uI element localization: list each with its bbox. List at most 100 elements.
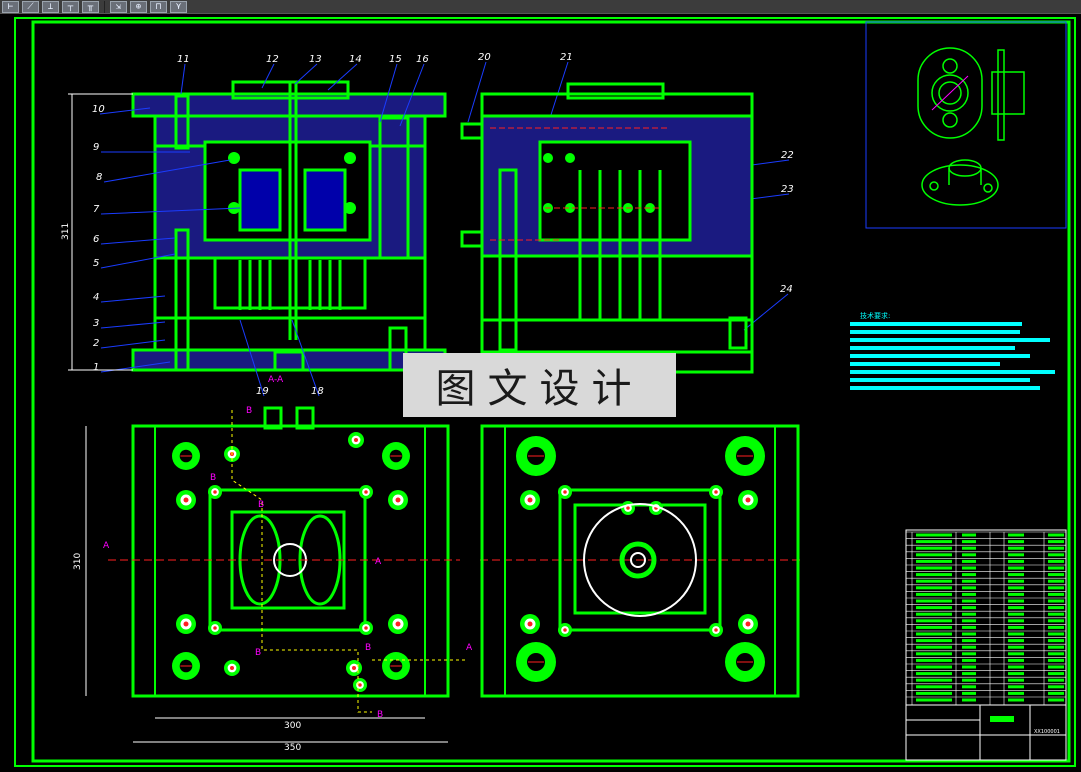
dimension-plan-height: 310 — [73, 553, 83, 570]
dimension-tool-1-button[interactable]: ⊢ — [2, 0, 19, 13]
dimension-inner-width: 300 — [284, 721, 301, 731]
part-number-label: 24 — [780, 284, 793, 295]
bom-cell-remark — [1048, 698, 1064, 702]
bom-cell-material — [962, 533, 976, 537]
cad-toolbar: ⊢ ⟋ ⊥ ┬ ╥ ⇲ ⊕ ⊓ ⋎ — [0, 0, 1081, 14]
leader-line — [327, 63, 358, 91]
bom-cell-name — [916, 566, 952, 570]
dimension-tool-6-button[interactable]: ⇲ — [110, 0, 127, 13]
part-number-label: 16 — [416, 54, 429, 65]
bom-cell-material — [962, 625, 976, 629]
toolbar-separator — [104, 0, 105, 13]
screw-hole-center — [527, 497, 533, 503]
tech-requirement-line — [850, 370, 1055, 374]
bom-cell-qty — [1008, 639, 1024, 643]
bom-cell-remark — [1048, 645, 1064, 649]
part-number-label: 20 — [478, 52, 491, 63]
bom-cell-remark — [1048, 553, 1064, 557]
section-label-a-top: A — [466, 643, 473, 653]
screw-hole-center — [358, 683, 362, 687]
bom-cell-material — [962, 645, 976, 649]
bom-cell-qty — [1008, 672, 1024, 676]
bom-cell-remark — [1048, 632, 1064, 636]
bom-cell-name — [916, 533, 952, 537]
bom-cell-material — [962, 678, 976, 682]
bom-cell-material — [962, 619, 976, 623]
bom-cell-qty — [1008, 540, 1024, 544]
bom-cell-remark — [1048, 606, 1064, 610]
bom-cell-name — [916, 645, 952, 649]
tech-requirement-line — [850, 346, 1015, 350]
section-label-a-right: A — [375, 557, 382, 567]
bom-cell-name — [916, 632, 952, 636]
screw-hole-center — [563, 490, 567, 494]
dimension-tool-2-button[interactable]: ⟋ — [22, 0, 39, 13]
mold-section-view-right — [460, 82, 754, 374]
bom-cell-remark — [1048, 559, 1064, 563]
tech-requirement-line — [850, 386, 1040, 390]
part-number-label: 11 — [177, 54, 190, 65]
bom-cell-name — [916, 678, 952, 682]
leader-line — [261, 63, 275, 89]
part-number-label: 1 — [93, 362, 99, 373]
bom-cell-name — [916, 639, 952, 643]
bom-cell-qty — [1008, 698, 1024, 702]
center-mark-tool-button[interactable]: ⊕ — [130, 0, 147, 13]
screw-hole-center — [213, 626, 217, 630]
tech-requirement-line — [850, 354, 1030, 358]
bom-cell-name — [916, 612, 952, 616]
dimension-tool-9-button[interactable]: ⋎ — [170, 0, 187, 13]
bom-cell-name — [916, 579, 952, 583]
bom-cell-remark — [1048, 579, 1064, 583]
tech-requirement-line — [850, 378, 1030, 382]
dimension-tool-5-button[interactable]: ╥ — [82, 0, 99, 13]
bom-cell-material — [962, 540, 976, 544]
bom-cell-material — [962, 652, 976, 656]
bom-cell-name — [916, 685, 952, 689]
tech-requirement-line — [850, 362, 1000, 366]
section-label-b-right: B — [365, 643, 371, 653]
bom-cell-remark — [1048, 639, 1064, 643]
bom-cell-remark — [1048, 573, 1064, 577]
bom-cell-name — [916, 619, 952, 623]
part-number-label: 5 — [93, 258, 99, 269]
title-block-code: XX100001 — [1034, 729, 1060, 735]
part-number-label: 22 — [781, 150, 794, 161]
screw-hole-center — [364, 626, 368, 630]
bom-cell-qty — [1008, 553, 1024, 557]
bom-cell-qty — [1008, 691, 1024, 695]
dimension-tool-8-button[interactable]: ⊓ — [150, 0, 167, 13]
part-number-label: 21 — [560, 52, 573, 63]
screw-hole-center — [395, 497, 401, 503]
bom-cell-remark — [1048, 546, 1064, 550]
product-view-panel — [865, 21, 1067, 229]
bom-cell-remark — [1048, 592, 1064, 596]
part-number-label: 13 — [309, 54, 322, 65]
mold-section-view-left — [131, 80, 447, 372]
bom-cell-material — [962, 672, 976, 676]
screw-hole-center — [352, 666, 356, 670]
dimension-tool-3-button[interactable]: ⊥ — [42, 0, 59, 13]
dimension-height-text: 311 — [61, 223, 71, 240]
bom-cell-name — [916, 573, 952, 577]
screw-hole-center — [183, 497, 189, 503]
bom-cell-qty — [1008, 612, 1024, 616]
bom-cell-name — [916, 606, 952, 610]
bom-cell-material — [962, 606, 976, 610]
part-number-label: 3 — [93, 318, 99, 329]
bom-cell-material — [962, 658, 976, 662]
bom-cell-qty — [1008, 599, 1024, 603]
tech-requirement-line — [850, 322, 1022, 326]
plan-right-holes — [516, 436, 765, 682]
bom-cell-qty — [1008, 665, 1024, 669]
screw-hole-center — [626, 506, 630, 510]
bom-cell-material — [962, 546, 976, 550]
part-number-label: 4 — [93, 292, 99, 303]
bom-cell-remark — [1048, 672, 1064, 676]
bom-cell-name — [916, 652, 952, 656]
screw-hole-center — [714, 490, 718, 494]
bom-cell-qty — [1008, 658, 1024, 662]
dimension-tool-4-button[interactable]: ┬ — [62, 0, 79, 13]
bom-cell-material — [962, 665, 976, 669]
part-number-label: 9 — [93, 142, 99, 153]
